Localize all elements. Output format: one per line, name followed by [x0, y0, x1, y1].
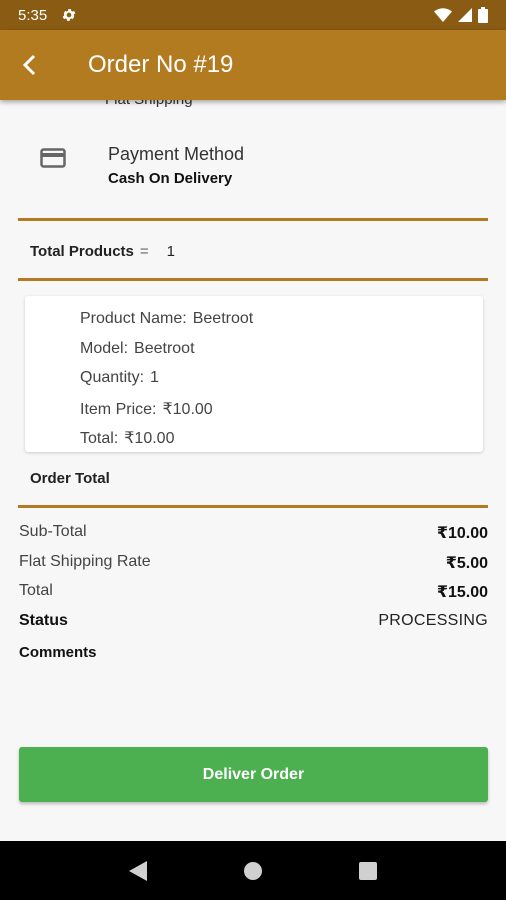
divider	[18, 505, 488, 508]
shipping-row: Flat Shipping Rate ₹5.00	[19, 553, 488, 583]
nav-back-icon	[128, 860, 147, 881]
order-details: Flat Shipping Payment Method Cash On Del…	[0, 100, 506, 841]
payment-method-value: Cash On Delivery	[108, 170, 233, 187]
credit-card-icon	[40, 148, 66, 168]
system-nav-bar	[0, 841, 506, 900]
total-products-row: Total Products = 1	[30, 243, 175, 260]
total-label: Total	[19, 582, 53, 599]
product-model-line: Model: Beetroot	[80, 340, 483, 370]
wifi-icon	[434, 8, 452, 22]
nav-home-button[interactable]	[233, 851, 273, 891]
product-total-label: Total:	[80, 430, 119, 447]
order-total-heading: Order Total	[30, 470, 110, 487]
total-value: ₹15.00	[436, 584, 488, 601]
comments-label: Comments	[19, 644, 97, 661]
total-products-label: Total Products	[30, 243, 134, 260]
product-name-line: Product Name: Beetroot	[80, 310, 483, 340]
nav-recents-icon	[359, 861, 378, 880]
order-summary: Sub-Total ₹10.00 Flat Shipping Rate ₹5.0…	[19, 523, 488, 661]
subtotal-value: ₹10.00	[436, 525, 488, 542]
total-row: Total ₹15.00	[19, 582, 488, 612]
product-quantity-line: Quantity: 1	[80, 369, 483, 399]
status-row: Status PROCESSING	[19, 612, 488, 642]
deliver-order-button[interactable]: Deliver Order	[19, 747, 488, 802]
shipping-value: ₹5.00	[445, 554, 488, 572]
nav-back-button[interactable]	[118, 851, 158, 891]
status-value: PROCESSING	[378, 611, 488, 629]
gear-icon	[62, 9, 76, 21]
divider	[18, 278, 488, 281]
app-bar: Order No #19	[0, 30, 506, 100]
divider	[18, 218, 488, 221]
product-card: Product Name: Beetroot Model: Beetroot Qua…	[25, 296, 483, 452]
total-products-value: 1	[166, 243, 176, 260]
product-quantity-label: Quantity:	[80, 369, 145, 386]
nav-home-icon	[243, 861, 262, 880]
back-button[interactable]	[0, 30, 58, 100]
product-price-label: Item Price:	[80, 400, 157, 418]
status-time: 5:35	[18, 6, 48, 24]
battery-icon	[478, 7, 488, 23]
product-total-value: ₹10.00	[124, 430, 175, 447]
status-bar: 5:35	[0, 0, 506, 30]
nav-recents-button[interactable]	[348, 851, 388, 891]
product-name-label: Product Name:	[80, 310, 187, 327]
product-model-label: Model:	[80, 339, 129, 357]
page-title: Order No #19	[88, 51, 234, 78]
product-name-value: Beetroot	[192, 310, 254, 327]
shipping-label: Flat Shipping Rate	[19, 552, 151, 570]
product-model-value: Beetroot	[134, 339, 195, 357]
status-label: Status	[19, 611, 68, 629]
subtotal-label: Sub-Total	[19, 523, 87, 540]
product-price-value: ₹10.00	[162, 400, 213, 418]
shipping-method-text: Flat Shipping	[105, 100, 193, 108]
signal-icon	[458, 8, 472, 22]
subtotal-row: Sub-Total ₹10.00	[19, 523, 488, 553]
payment-method-row: Payment Method Cash On Delivery	[40, 144, 244, 187]
arrow-back-icon	[22, 54, 36, 76]
product-price-line: Item Price: ₹10.00	[80, 399, 483, 429]
payment-method-label: Payment Method	[108, 144, 245, 164]
total-products-separator: =	[139, 243, 149, 260]
product-total-line: Total: ₹10.00	[80, 428, 483, 458]
product-quantity-value: 1	[150, 369, 159, 386]
